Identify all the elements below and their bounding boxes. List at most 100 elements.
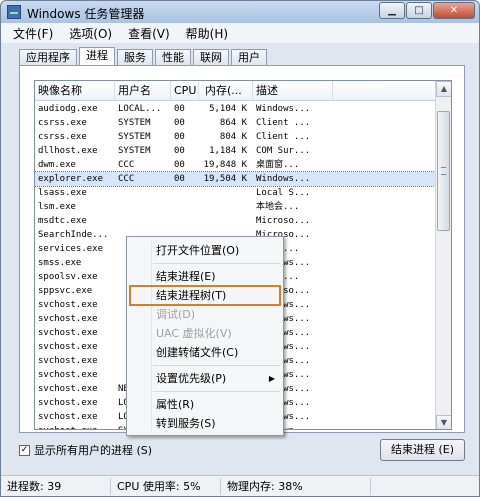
submenu-arrow-icon: ▶	[268, 374, 275, 383]
scrollbar-thumb[interactable]	[437, 111, 450, 231]
table-row[interactable]: dllhost.exe SYSTEM 00 1,184 K COM Sur...	[35, 144, 435, 158]
cell-cpu: 00	[174, 174, 185, 184]
cell-cpu: 00	[174, 132, 185, 142]
menu-options[interactable]: 选项(O)	[61, 25, 120, 42]
cell-user-name: SYSTEM	[118, 146, 151, 156]
cell-memory	[199, 200, 253, 214]
context-menu-item[interactable]: 打开文件位置(O)	[127, 241, 283, 260]
context-menu-item[interactable]: 结束进程树(T)	[129, 285, 281, 306]
table-row[interactable]: explorer.exe CCC 00 19,504 K Windows...	[35, 171, 436, 187]
cell-description: Windows...	[256, 174, 311, 184]
cell-cpu	[171, 214, 199, 228]
cell-image-name: svchost.exe	[38, 300, 98, 310]
vertical-scrollbar[interactable]: ▲ ▼	[435, 81, 451, 429]
window-controls: ▁ □ ✕	[378, 2, 475, 19]
minimize-button[interactable]: ▁	[379, 2, 405, 19]
scroll-up-icon[interactable]: ▲	[436, 81, 451, 97]
cell-memory: 804 K	[219, 132, 247, 142]
cell-memory: 19,848 K	[203, 160, 247, 170]
tab-performance[interactable]: 性能	[155, 49, 191, 65]
table-row[interactable]: msdtc.exe Microso...	[35, 214, 435, 228]
cell-description: Local S...	[256, 188, 311, 198]
cell-memory	[199, 186, 253, 200]
tab-applications[interactable]: 应用程序	[19, 49, 77, 65]
cell-user-name	[115, 214, 171, 228]
context-menu-item-label: 打开文件位置(O)	[156, 244, 240, 257]
table-row[interactable]: audiodg.exe LOCAL... 00 5,104 K Windows...	[35, 102, 435, 116]
menu-separator	[153, 365, 280, 366]
menu-help[interactable]: 帮助(H)	[178, 25, 236, 42]
context-menu-item[interactable]: 设置优先级(P) ▶	[127, 369, 283, 388]
tab-services[interactable]: 服务	[117, 49, 153, 65]
cell-image-name: SearchInde...	[38, 230, 109, 240]
cell-image-name: smss.exe	[38, 258, 82, 268]
title-bar[interactable]: Windows 任务管理器 ▁ □ ✕	[1, 1, 479, 23]
cell-user-name: SYSTEM	[118, 118, 151, 128]
task-manager-icon	[7, 5, 21, 19]
context-menu-item[interactable]: 创建转储文件(C)	[127, 343, 283, 362]
tab-users[interactable]: 用户	[231, 49, 267, 65]
table-row[interactable]: csrss.exe SYSTEM 00 864 K Client ...	[35, 116, 435, 130]
cell-image-name: audiodg.exe	[38, 104, 98, 114]
cell-image-name: svchost.exe	[38, 356, 98, 366]
cell-description: Client ...	[256, 118, 311, 128]
cell-description: Windows...	[256, 104, 311, 114]
cell-memory: 864 K	[219, 118, 247, 128]
context-menu: 打开文件位置(O) 结束进程(E) 结束进程树(T) 调试(D) UAC 虚拟化(V) 创…	[126, 236, 284, 436]
bottom-bar: ✓ 显示所有用户的进程 (S) 结束进程 (E)	[19, 437, 465, 463]
cell-image-name: svchost.exe	[38, 328, 98, 338]
maximize-button[interactable]: □	[406, 2, 432, 19]
cell-image-name: dwm.exe	[38, 160, 76, 170]
context-menu-item[interactable]: 转到服务(S)	[127, 414, 283, 433]
cell-image-name: csrss.exe	[38, 118, 87, 128]
processes-panel: 映像名称 用户名 CPU 内存(... 描述 audiodg.exe LOCAL.…	[19, 65, 465, 436]
cell-cpu: 00	[174, 118, 185, 128]
tab-strip: 应用程序 进程 服务 性能 联网 用户	[19, 47, 269, 66]
tab-networking[interactable]: 联网	[193, 49, 229, 65]
cell-description: 本地会...	[256, 202, 300, 212]
context-menu-item-label: 属性(R)	[156, 398, 195, 411]
table-row[interactable]: csrss.exe SYSTEM 00 804 K Client ...	[35, 130, 435, 144]
context-menu-item[interactable]: 结束进程(E)	[127, 267, 283, 286]
menu-view[interactable]: 查看(V)	[120, 25, 178, 42]
tab-processes[interactable]: 进程	[79, 47, 115, 66]
context-menu-item-label: 结束进程树(T)	[156, 289, 227, 302]
column-image-name[interactable]: 映像名称	[35, 81, 115, 101]
column-memory[interactable]: 内存(...	[199, 81, 253, 101]
cell-memory: 1,184 K	[209, 146, 247, 156]
context-menu-item-label: 转到服务(S)	[156, 417, 216, 430]
column-description[interactable]: 描述	[253, 81, 333, 101]
table-row[interactable]: lsass.exe Local S...	[35, 186, 435, 200]
cell-user-name: LOCAL...	[118, 104, 162, 114]
cell-user-name: CCC	[118, 174, 135, 184]
cell-image-name: lsass.exe	[38, 188, 87, 198]
cell-image-name: explorer.exe	[38, 174, 104, 184]
scroll-down-icon[interactable]: ▼	[436, 415, 451, 429]
close-button[interactable]: ✕	[433, 2, 475, 19]
context-menu-item[interactable]: 属性(R)	[127, 395, 283, 414]
cell-image-name: svchost.exe	[38, 370, 98, 380]
cell-description: Client ...	[256, 132, 311, 142]
cell-cpu: 00	[174, 160, 185, 170]
column-user-name[interactable]: 用户名	[115, 81, 171, 101]
menu-separator	[153, 263, 280, 264]
cell-cpu: 00	[174, 146, 185, 156]
table-row[interactable]: dwm.exe CCC 00 19,848 K 桌面窗...	[35, 158, 435, 172]
cell-image-name: svchost.exe	[38, 384, 98, 394]
menu-file[interactable]: 文件(F)	[5, 25, 61, 42]
cell-user-name	[115, 186, 171, 200]
cell-memory: 5,104 K	[209, 104, 247, 114]
cell-image-name: svchost.exe	[38, 398, 98, 408]
menu-separator	[153, 391, 280, 392]
show-all-users-option[interactable]: ✓ 显示所有用户的进程 (S)	[19, 442, 152, 458]
context-menu-item-label: 调试(D)	[156, 308, 196, 321]
end-process-button[interactable]: 结束进程 (E)	[379, 439, 465, 461]
context-menu-item: UAC 虚拟化(V)	[127, 324, 283, 343]
table-row[interactable]: lsm.exe 本地会...	[35, 200, 435, 214]
cell-memory: 19,504 K	[203, 174, 247, 184]
show-all-users-checkbox[interactable]: ✓	[19, 444, 30, 456]
status-process-count: 进程数: 39	[1, 477, 111, 495]
cell-image-name: services.exe	[38, 244, 104, 254]
cell-image-name: lsm.exe	[38, 202, 76, 212]
column-cpu[interactable]: CPU	[171, 81, 199, 101]
